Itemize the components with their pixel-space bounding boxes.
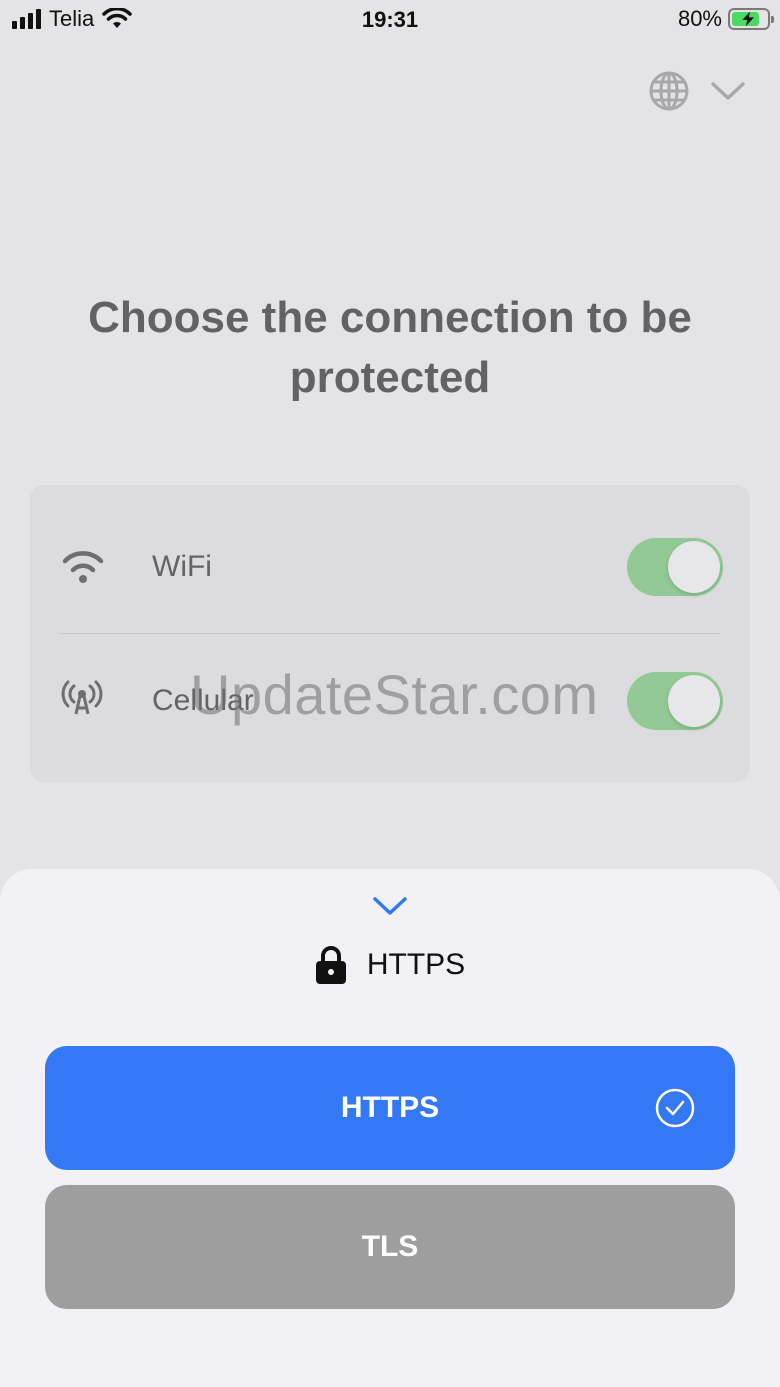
connection-row-wifi: WiFi	[30, 500, 750, 634]
selected-protocol-label: HTTPS	[366, 948, 466, 981]
protocol-sheet: HTTPS HTTPS TLS	[0, 869, 780, 1387]
status-bar: Telia 19:31 80%	[0, 0, 780, 40]
option-label: HTTPS	[340, 1091, 440, 1124]
clock: 19:31	[361, 7, 419, 32]
cellular-toggle[interactable]	[627, 672, 723, 730]
battery-icon	[728, 8, 774, 30]
connection-list: WiFi Cellular	[30, 485, 750, 782]
option-tls[interactable]: TLS	[45, 1185, 735, 1309]
sheet-header: HTTPS	[0, 945, 780, 985]
option-https[interactable]: HTTPS	[45, 1046, 735, 1170]
cellular-antenna-icon	[61, 680, 103, 715]
option-label: TLS	[361, 1230, 419, 1263]
checkmark-circle-icon	[655, 1088, 695, 1128]
connection-label-wifi: WiFi	[152, 550, 212, 583]
lock-icon	[315, 946, 346, 984]
wifi-toggle[interactable]	[627, 538, 723, 596]
battery-percentage: 80%	[677, 6, 722, 31]
page-title: Choose the connection to be protected	[88, 293, 692, 402]
wifi-icon	[62, 551, 104, 583]
globe-icon	[649, 71, 689, 111]
language-selector[interactable]	[648, 70, 746, 112]
collapse-chevron-icon[interactable]	[372, 895, 408, 917]
chevron-down-icon	[711, 82, 745, 100]
watermark: UpdateStar.com	[190, 663, 599, 726]
